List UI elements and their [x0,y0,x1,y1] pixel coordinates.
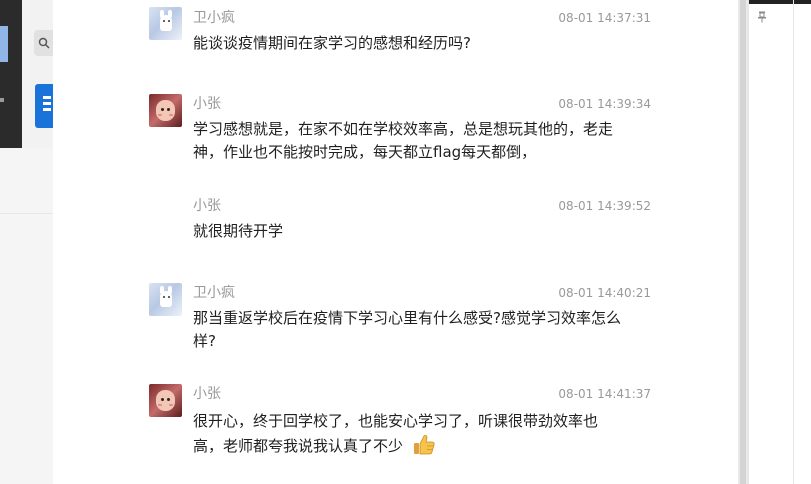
message-text: 学习感想就是，在家不如在学校效率高，总是想玩其他的，老走神，作业也不能按时完成，… [193,120,614,161]
background-search-button[interactable] [34,30,53,56]
document-app-icon[interactable] [35,84,53,128]
sender-name: 卫小疯 [193,10,235,26]
divider [0,213,53,214]
ghost-avatar[interactable] [149,7,182,40]
ghost-avatar[interactable] [149,283,182,316]
thumbs-up-icon [413,435,435,455]
message-timestamp: 08-01 14:39:34 [558,97,651,111]
message-text: 很开心，终于回学校了，也能安心学习了，听课很带劲效率也高，老师都夸我说我认真了不… [193,412,599,455]
message-timestamp: 08-01 14:41:37 [558,387,651,401]
message-content: 很开心，终于回学校了，也能安心学习了，听课很带劲效率也高，老师都夸我说我认真了不… [193,410,623,458]
background-window-left [0,0,53,484]
message-text: 那当重返学校后在疫情下学习心里有什么感受?感觉学习效率怎么样? [193,309,621,350]
scrollbar-thumb[interactable] [740,0,746,484]
girl-avatar[interactable] [149,94,182,127]
background-thumbnail [0,26,8,62]
background-titlebar [749,0,811,4]
background-window-right [748,0,811,484]
message-text: 就很期待开学 [193,222,284,240]
chat-panel: 卫小疯 08-01 14:37:31 能谈谈疫情期间在家学习的感想和经历吗? 小… [53,0,738,484]
sender-name: 小张 [193,198,221,214]
sender-name: 小张 [193,96,221,112]
message-timestamp: 08-01 14:37:31 [558,11,651,25]
message-timestamp: 08-01 14:39:52 [558,199,651,213]
sender-name: 卫小疯 [193,285,235,301]
background-marker [0,98,4,102]
sender-name: 小张 [193,386,221,402]
divider [793,0,794,484]
background-dark-panel [0,0,22,148]
message-timestamp: 08-01 14:40:21 [558,286,651,300]
pin-icon[interactable] [757,11,767,23]
girl-avatar[interactable] [149,384,182,417]
message-text: 能谈谈疫情期间在家学习的感想和经历吗? [193,34,471,52]
search-icon [38,37,50,49]
